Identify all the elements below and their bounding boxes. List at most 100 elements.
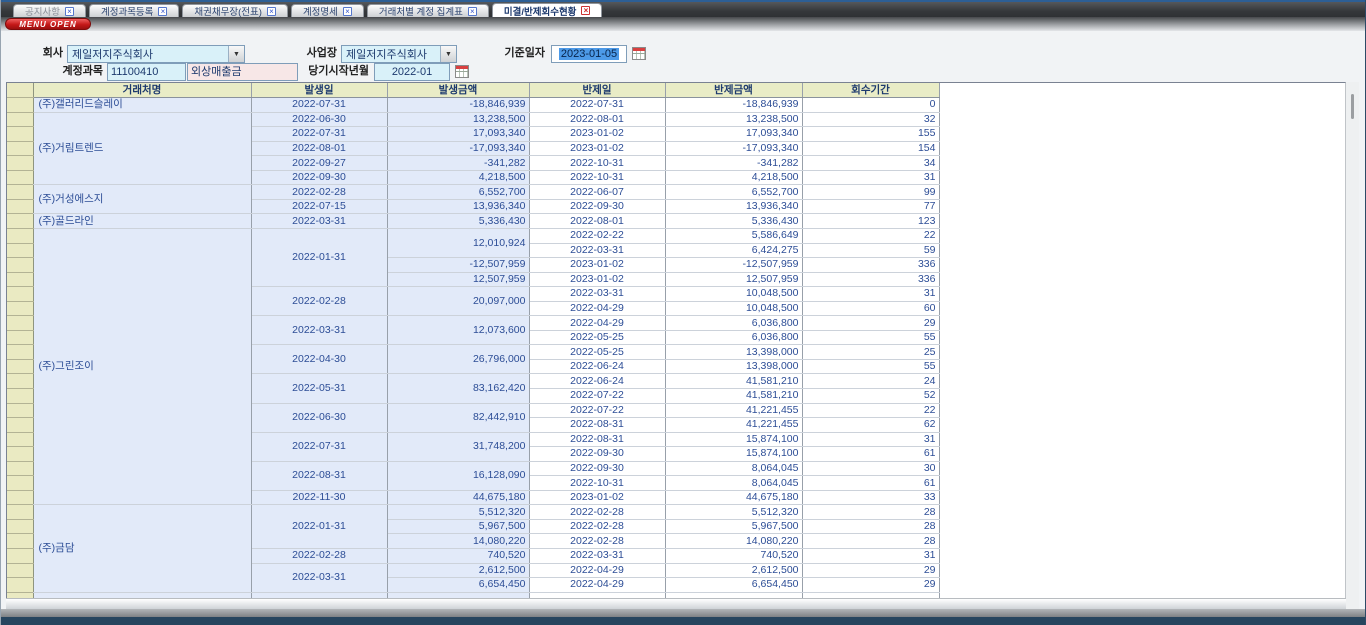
tab-2[interactable]: 계정과목등록× (89, 4, 179, 17)
chevron-down-icon[interactable]: ▼ (440, 46, 456, 62)
occurrence-date-cell[interactable]: 2022-05-31 (251, 374, 387, 403)
chevron-down-icon[interactable]: ▼ (228, 46, 244, 62)
settlement-date-cell[interactable]: 2022-04-29 (529, 578, 665, 593)
occurrence-amount-cell[interactable]: 4,218,500 (387, 170, 529, 185)
settlement-date-cell[interactable]: 2022-05-25 (529, 345, 665, 360)
settlement-amount-cell[interactable]: 8,064,045 (665, 476, 802, 491)
occurrence-amount-cell[interactable]: 16,128,090 (387, 461, 529, 490)
occurrence-date-cell[interactable]: 2022-02-28 (251, 549, 387, 564)
occurrence-amount-cell[interactable]: 26,796,000 (387, 345, 529, 374)
occurrence-amount-cell[interactable]: 12,507,959 (387, 272, 529, 287)
settlement-amount-cell[interactable]: 5,967,500 (665, 519, 802, 534)
collection-days-cell[interactable]: 61 (802, 447, 939, 462)
collection-days-cell[interactable]: 154 (802, 141, 939, 156)
customer-name-cell[interactable]: (주)골드라인 (33, 214, 251, 229)
row-selector-cell[interactable] (7, 141, 33, 156)
occurrence-amount-cell[interactable]: 6,552,700 (387, 185, 529, 200)
vertical-scrollbar-thumb[interactable] (1351, 94, 1354, 119)
settlement-amount-cell[interactable]: -18,846,939 (665, 98, 802, 113)
row-selector-cell[interactable] (7, 316, 33, 331)
occurrence-date-cell[interactable]: 2022-07-31 (251, 127, 387, 142)
row-selector-cell[interactable] (7, 403, 33, 418)
collection-days-cell[interactable]: 52 (802, 388, 939, 403)
settlement-date-cell[interactable]: 2022-10-31 (529, 170, 665, 185)
row-selector-cell[interactable] (7, 185, 33, 200)
column-header[interactable]: 발생일 (251, 83, 387, 98)
settlement-date-cell[interactable]: 2023-01-02 (529, 272, 665, 287)
tab-4[interactable]: 계정명세× (291, 4, 364, 17)
settlement-date-cell[interactable]: 2022-09-30 (529, 461, 665, 476)
collection-days-cell[interactable]: 22 (802, 403, 939, 418)
row-selector-cell[interactable] (7, 388, 33, 403)
occurrence-date-cell[interactable]: 2022-01-31 (251, 505, 387, 549)
menu-open-button[interactable]: MENU OPEN (5, 18, 91, 30)
occurrence-amount-cell[interactable]: 5,967,500 (387, 519, 529, 534)
collection-days-cell[interactable]: 34 (802, 156, 939, 171)
settlement-date-cell[interactable]: 2022-08-01 (529, 112, 665, 127)
settlement-amount-cell[interactable]: 13,398,000 (665, 359, 802, 374)
base-date-input[interactable]: 2023-01-05 (551, 45, 627, 63)
settlement-date-cell[interactable]: 2022-09-30 (529, 199, 665, 214)
settlement-amount-cell[interactable]: 5,586,649 (665, 228, 802, 243)
row-selector-cell[interactable] (7, 432, 33, 447)
occurrence-date-cell[interactable]: 2022-06-30 (251, 403, 387, 432)
settlement-date-cell[interactable]: 2022-02-28 (529, 505, 665, 520)
close-icon[interactable]: × (267, 7, 276, 16)
row-selector-cell[interactable] (7, 228, 33, 243)
row-selector-cell[interactable] (7, 519, 33, 534)
occurrence-amount-cell[interactable]: 82,442,910 (387, 403, 529, 432)
settlement-amount-cell[interactable]: 6,424,275 (665, 243, 802, 258)
collection-days-cell[interactable]: 123 (802, 214, 939, 229)
settlement-date-cell[interactable]: 2022-04-29 (529, 563, 665, 578)
settlement-amount-cell[interactable]: 44,675,180 (665, 490, 802, 505)
settlement-date-cell[interactable]: 2023-01-02 (529, 141, 665, 156)
collection-days-cell[interactable]: 55 (802, 330, 939, 345)
settlement-amount-cell[interactable]: 15,874,100 (665, 432, 802, 447)
tab-1[interactable]: 공지사항× (13, 4, 86, 17)
settlement-date-cell[interactable]: 2023-01-02 (529, 258, 665, 273)
settlement-date-cell[interactable]: 2022-07-22 (529, 388, 665, 403)
collection-days-cell[interactable]: 77 (802, 199, 939, 214)
column-header[interactable]: 회수기간 (802, 83, 939, 98)
settlement-amount-cell[interactable]: -12,507,959 (665, 258, 802, 273)
row-selector-cell[interactable] (7, 214, 33, 229)
occurrence-date-cell[interactable]: 2022-01-31 (251, 228, 387, 286)
settlement-date-cell[interactable]: 2022-06-07 (529, 185, 665, 200)
row-selector-cell[interactable] (7, 243, 33, 258)
settlement-date-cell[interactable]: 2022-10-31 (529, 476, 665, 491)
start-month-input[interactable]: 2022-01 (374, 63, 450, 81)
occurrence-amount-cell[interactable]: 20,097,000 (387, 287, 529, 316)
occurrence-date-cell[interactable]: 2022-04-30 (251, 345, 387, 374)
occurrence-amount-cell[interactable]: 5,336,430 (387, 214, 529, 229)
close-icon[interactable]: × (65, 7, 74, 16)
column-header[interactable]: 거래처명 (33, 83, 251, 98)
row-selector-cell[interactable] (7, 301, 33, 316)
row-selector-cell[interactable] (7, 272, 33, 287)
settlement-date-cell[interactable]: 2022-03-31 (529, 287, 665, 302)
settlement-date-cell[interactable]: 2022-08-31 (529, 418, 665, 433)
horizontal-scrollbar[interactable] (6, 598, 1346, 609)
close-icon[interactable]: × (343, 7, 352, 16)
settlement-amount-cell[interactable]: -341,282 (665, 156, 802, 171)
row-selector-cell[interactable] (7, 359, 33, 374)
settlement-amount-cell[interactable]: 6,654,450 (665, 578, 802, 593)
occurrence-date-cell[interactable]: 2022-03-31 (251, 563, 387, 592)
collection-days-cell[interactable]: 25 (802, 345, 939, 360)
calendar-icon[interactable] (455, 65, 469, 78)
column-header[interactable]: 반제금액 (665, 83, 802, 98)
occurrence-date-cell[interactable]: 2022-07-15 (251, 199, 387, 214)
row-selector-cell[interactable] (7, 374, 33, 389)
settlement-amount-cell[interactable]: 12,507,959 (665, 272, 802, 287)
tab-5[interactable]: 거래처별 계정 집계표× (367, 4, 489, 17)
occurrence-amount-cell[interactable]: 740,520 (387, 549, 529, 564)
settlement-amount-cell[interactable]: 5,336,430 (665, 214, 802, 229)
settlement-date-cell[interactable]: 2022-04-29 (529, 316, 665, 331)
collection-days-cell[interactable]: 336 (802, 258, 939, 273)
row-selector-cell[interactable] (7, 258, 33, 273)
settlement-amount-cell[interactable]: 4,218,500 (665, 170, 802, 185)
row-selector-cell[interactable] (7, 461, 33, 476)
row-selector-cell[interactable] (7, 330, 33, 345)
occurrence-amount-cell[interactable]: 2,612,500 (387, 563, 529, 578)
occurrence-date-cell[interactable]: 2022-07-31 (251, 432, 387, 461)
settlement-amount-cell[interactable]: 13,936,340 (665, 199, 802, 214)
